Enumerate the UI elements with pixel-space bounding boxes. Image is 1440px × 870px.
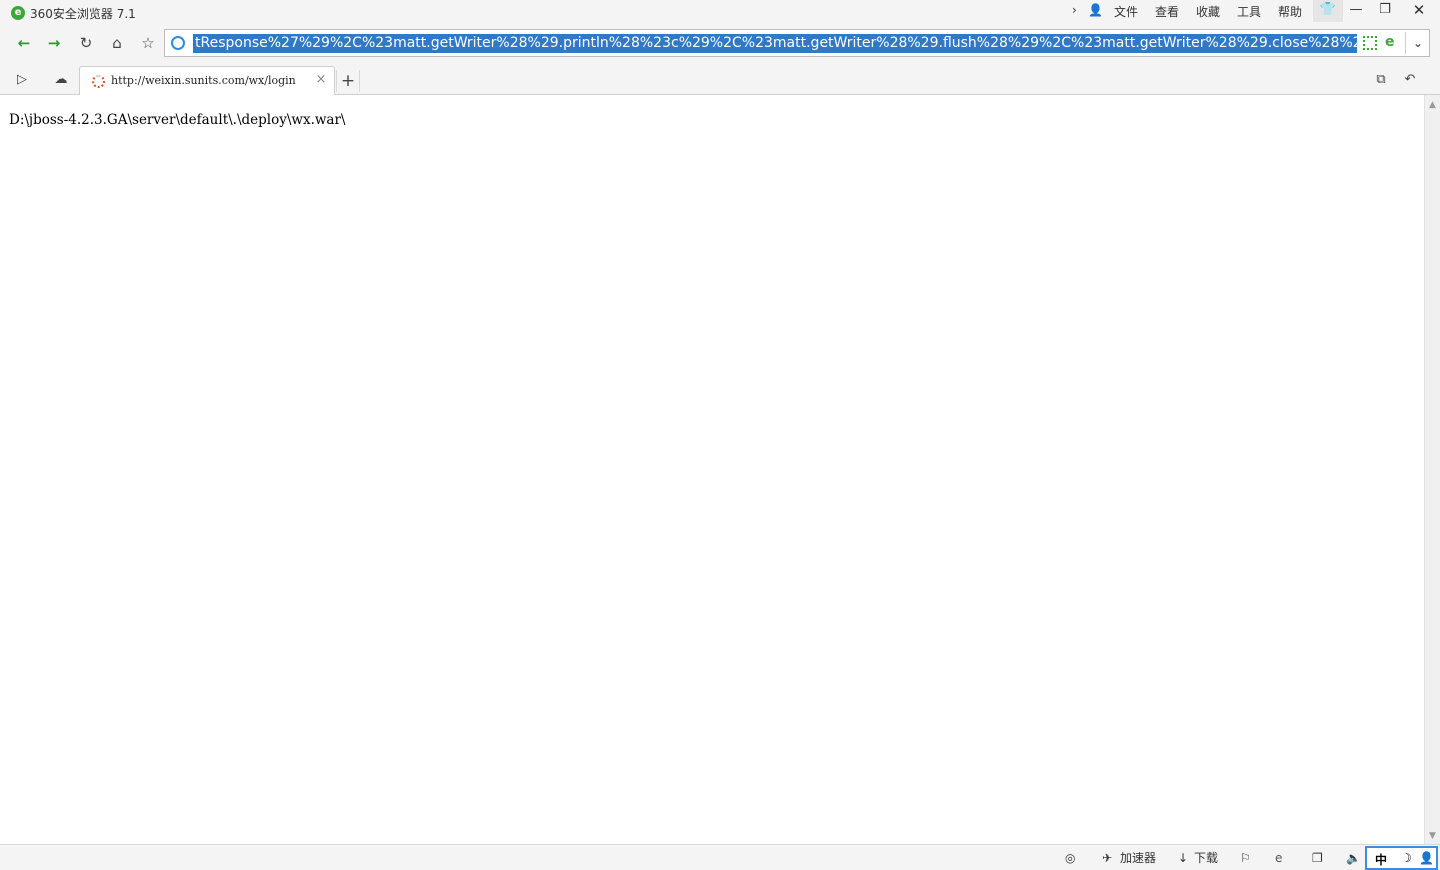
address-bar[interactable]: tResponse%27%29%2C%23matt.getWriter%28%2…	[164, 29, 1430, 57]
navigation-bar: ← → ↻ ⌂ ☆ tResponse%27%29%2C%23matt.getW…	[0, 26, 1440, 62]
browser-logo-icon: e	[11, 6, 25, 20]
user-icon[interactable]: 👤	[1419, 851, 1434, 865]
globe-icon	[171, 36, 185, 50]
address-input[interactable]: tResponse%27%29%2C%23matt.getWriter%28%2…	[193, 34, 1357, 53]
tab-bar: ▷ ☁ http://weixin.sunits.com/wx/login × …	[0, 62, 1440, 96]
undo-close-icon[interactable]: ↶	[1399, 70, 1421, 90]
scroll-down-icon[interactable]: ▼	[1425, 828, 1440, 844]
address-dropdown-button[interactable]: ⌄	[1408, 32, 1428, 54]
minimize-button[interactable]: —	[1341, 0, 1371, 22]
ime-toolbar[interactable]: 中 ☽ 👤	[1365, 846, 1438, 870]
home-button[interactable]: ⌂	[103, 30, 131, 56]
forward-button[interactable]: →	[40, 30, 68, 56]
skin-icon[interactable]: 👕	[1313, 0, 1343, 22]
cloud-icon[interactable]: ☁	[50, 70, 72, 90]
page-content: D:\jboss-4.2.3.GA\server\default\.\deplo…	[0, 95, 1424, 844]
chevron-right-icon[interactable]: ›	[1072, 3, 1077, 17]
status-bar: ◎ ✈ 加速器 ↓ 下载 ⚐ e ❐ 🔈 中 ☽ 👤	[0, 844, 1440, 870]
download-label[interactable]: 下载	[1194, 849, 1218, 867]
divider	[1405, 32, 1406, 54]
title-bar: e 360安全浏览器 7.1 › 👤 文件 查看 收藏 工具 帮助 👕 — ❐ …	[0, 0, 1440, 26]
menu-file[interactable]: 文件	[1114, 3, 1138, 20]
page-text: D:\jboss-4.2.3.GA\server\default\.\deplo…	[9, 112, 346, 128]
tab-close-button[interactable]: ×	[313, 72, 329, 88]
ie-icon[interactable]: e	[1275, 849, 1282, 867]
tab-active[interactable]: http://weixin.sunits.com/wx/login ×	[79, 66, 335, 96]
accelerator-label[interactable]: 加速器	[1120, 849, 1156, 867]
tab-title: http://weixin.sunits.com/wx/login	[111, 74, 296, 87]
ime-mode[interactable]: 中	[1375, 851, 1387, 868]
menu-tools[interactable]: 工具	[1237, 3, 1261, 20]
menu-help[interactable]: 帮助	[1278, 3, 1302, 20]
qr-code-icon[interactable]	[1363, 36, 1377, 50]
download-icon[interactable]: ↓	[1178, 849, 1188, 867]
back-button[interactable]: ←	[10, 30, 38, 56]
reload-button[interactable]: ↻	[72, 30, 100, 56]
menu-favorites[interactable]: 收藏	[1196, 3, 1220, 20]
loading-icon	[92, 75, 105, 88]
security-icon[interactable]: ◎	[1065, 849, 1075, 867]
window-title: 360安全浏览器 7.1	[30, 7, 136, 21]
compat-mode-icon[interactable]: e	[1385, 34, 1401, 52]
new-tab-button[interactable]: +	[336, 70, 360, 92]
vertical-scrollbar[interactable]: ▲ ▼	[1424, 95, 1440, 844]
window-icon[interactable]: ❐	[1312, 849, 1323, 867]
tab-list-icon[interactable]: ⧉	[1370, 70, 1392, 90]
moon-icon[interactable]: ☽	[1401, 851, 1412, 865]
flag-icon[interactable]: ⚐	[1240, 849, 1251, 867]
volume-icon[interactable]: 🔈	[1346, 849, 1361, 867]
sidebar-toggle-icon[interactable]: ▷	[11, 70, 33, 90]
maximize-button[interactable]: ❐	[1370, 0, 1400, 22]
favorite-button[interactable]: ☆	[134, 30, 162, 56]
accelerator-icon[interactable]: ✈	[1102, 849, 1112, 867]
user-icon[interactable]: 👤	[1088, 3, 1103, 17]
scroll-up-icon[interactable]: ▲	[1425, 97, 1440, 113]
menu-view[interactable]: 查看	[1155, 3, 1179, 20]
close-button[interactable]: ✕	[1404, 0, 1434, 22]
